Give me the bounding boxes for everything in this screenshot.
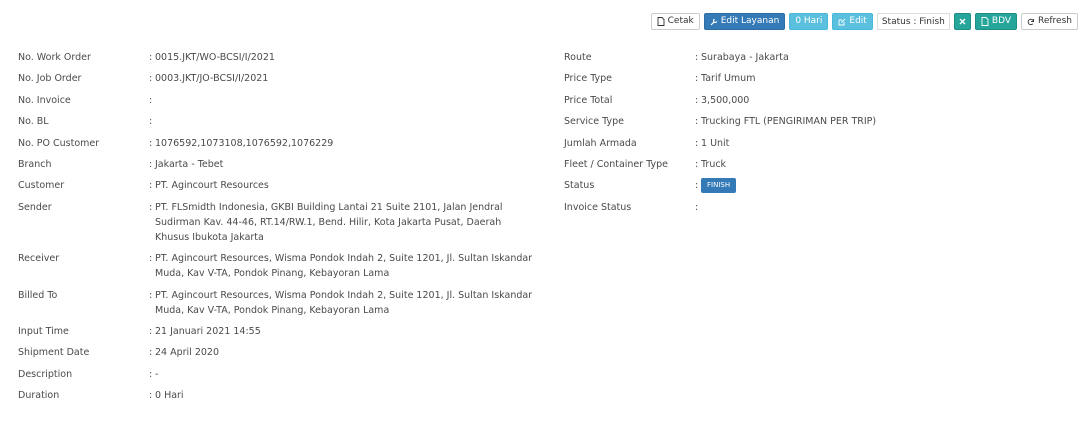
field-label: Price Total: [564, 94, 613, 106]
detail-row-input-time: Input Time:21 Januari 2021 14:55: [18, 324, 538, 339]
file-icon: [981, 17, 989, 26]
detail-row-customer: Customer: PT. Agincourt Resources: [18, 178, 538, 193]
separator: :: [149, 94, 153, 106]
close-icon: [959, 18, 966, 25]
status-badge: FINISH: [701, 178, 737, 194]
field-label: Invoice Status: [564, 201, 632, 213]
separator: :: [695, 201, 699, 213]
detail-row-branch: Branch: Jakarta - Tebet: [18, 157, 538, 172]
field-label: Status: [564, 180, 595, 192]
field-value: 1 Unit: [701, 137, 730, 149]
field-value: PT. FLSmidth Indonesia, GKBI Building La…: [155, 201, 503, 243]
detail-row-route: Route: Surabaya - Jakarta: [564, 50, 1064, 65]
field-label: Price Type: [564, 73, 613, 85]
field-label: Billed To: [18, 289, 58, 301]
detail-row-bl: No. BL:: [18, 114, 538, 129]
field-label: Sender: [18, 201, 52, 213]
field-label: Receiver: [18, 253, 60, 265]
action-toolbar: Cetak Edit Layanan 0 Hari Edit Status : …: [650, 13, 1078, 30]
detail-row-work-order: No. Work Order:0015.JKT/WO-BCSI/I/2021: [18, 50, 538, 65]
field-label: No. BL: [18, 116, 49, 128]
edit-button[interactable]: Edit: [832, 13, 873, 30]
field-value: 1076592,1073108,1076592,1076229: [155, 137, 334, 149]
detail-row-price-type: Price Type: Tarif Umum: [564, 71, 1064, 86]
field-value: FINISH: [701, 178, 1064, 194]
detail-row-receiver: Receiver: PT. Agincourt Resources, Wisma …: [18, 251, 538, 281]
field-label: Branch: [18, 158, 52, 170]
field-value: 21 Januari 2021 14:55: [155, 325, 261, 337]
field-value: PT. Agincourt Resources: [155, 180, 269, 192]
field-value: -: [155, 368, 159, 380]
close-status-button[interactable]: [953, 13, 971, 30]
detail-row-billed-to: Billed To: PT. Agincourt Resources, Wisma…: [18, 288, 538, 318]
detail-row-invoice-status: Invoice Status:: [564, 200, 1064, 215]
print-button-label: Cetak: [667, 16, 694, 26]
detail-row-price-total: Price Total:3,500,000: [564, 93, 1064, 108]
detail-row-fleet-type: Fleet / Container Type: Truck: [564, 157, 1064, 172]
detail-row-duration: Duration:0 Hari: [18, 388, 538, 403]
refresh-button-label: Refresh: [1038, 16, 1072, 26]
detail-row-service-type: Service Type: Trucking FTL (PENGIRIMAN PE…: [564, 114, 1064, 129]
field-label: Jumlah Armada: [564, 137, 637, 149]
print-button[interactable]: Cetak: [650, 13, 700, 30]
field-value: Surabaya - Jakarta: [701, 52, 789, 63]
field-label: Fleet / Container Type: [564, 158, 669, 170]
field-value: Truck: [701, 158, 727, 170]
field-label: No. Work Order: [18, 52, 91, 63]
detail-row-status: Status: FINISH: [564, 178, 1064, 194]
field-label: Duration: [18, 390, 60, 402]
field-value: PT. Agincourt Resources, Wisma Pondok In…: [155, 289, 533, 316]
field-label: No. PO Customer: [18, 137, 100, 149]
detail-row-job-order: No. Job Order:0003.JKT/JO-BCSI/I/2021: [18, 71, 538, 86]
days-button[interactable]: 0 Hari: [789, 13, 829, 30]
edit-service-button[interactable]: Edit Layanan: [703, 13, 786, 30]
detail-row-fleet-count: Jumlah Armada:1 Unit: [564, 136, 1064, 151]
edit-button-label: Edit: [849, 16, 867, 26]
detail-row-description: Description: -: [18, 367, 538, 382]
field-label: Shipment Date: [18, 347, 90, 359]
refresh-icon: [1027, 18, 1035, 26]
detail-row-shipment-date: Shipment Date:24 April 2020: [18, 345, 538, 360]
field-label: Input Time: [18, 325, 69, 337]
field-value: 24 April 2020: [155, 347, 220, 359]
field-value: Trucking FTL (PENGIRIMAN PER TRIP): [701, 116, 877, 128]
field-value: PT. Agincourt Resources, Wisma Pondok In…: [155, 253, 533, 280]
field-label: Description: [18, 368, 73, 380]
work-order-details-left: No. Work Order:0015.JKT/WO-BCSI/I/2021 N…: [18, 50, 538, 409]
field-value: 3,500,000: [701, 94, 750, 106]
wrench-icon: [710, 18, 718, 26]
work-order-details-right: Route: Surabaya - Jakarta Price Type: Tari…: [564, 50, 1064, 221]
field-label: No. Job Order: [18, 73, 82, 85]
field-value: 0 Hari: [155, 390, 184, 402]
field-label: Route: [564, 52, 592, 63]
bdv-button[interactable]: BDV: [974, 13, 1017, 30]
field-value: 0015.JKT/WO-BCSI/I/2021: [155, 52, 275, 63]
status-indicator: Status : Finish: [876, 13, 950, 30]
edit-icon: [838, 18, 846, 26]
field-value: Jakarta - Tebet: [155, 158, 224, 170]
detail-row-po-customer: No. PO Customer:1076592,1073108,1076592,…: [18, 136, 538, 151]
days-button-label: 0 Hari: [795, 16, 823, 26]
status-indicator-label: Status : Finish: [881, 16, 945, 27]
bdv-button-label: BDV: [991, 16, 1011, 26]
detail-row-invoice: No. Invoice:: [18, 93, 538, 108]
field-label: No. Invoice: [18, 94, 71, 106]
field-value: 0003.JKT/JO-BCSI/I/2021: [155, 73, 269, 85]
field-value: Tarif Umum: [701, 73, 756, 85]
field-label: Customer: [18, 180, 65, 192]
field-label: Service Type: [564, 116, 624, 128]
separator: :: [149, 116, 153, 128]
refresh-button[interactable]: Refresh: [1021, 13, 1078, 30]
edit-service-button-label: Edit Layanan: [720, 16, 780, 26]
file-icon: [657, 17, 665, 26]
detail-row-sender: Sender: PT. FLSmidth Indonesia, GKBI Buil…: [18, 200, 538, 245]
